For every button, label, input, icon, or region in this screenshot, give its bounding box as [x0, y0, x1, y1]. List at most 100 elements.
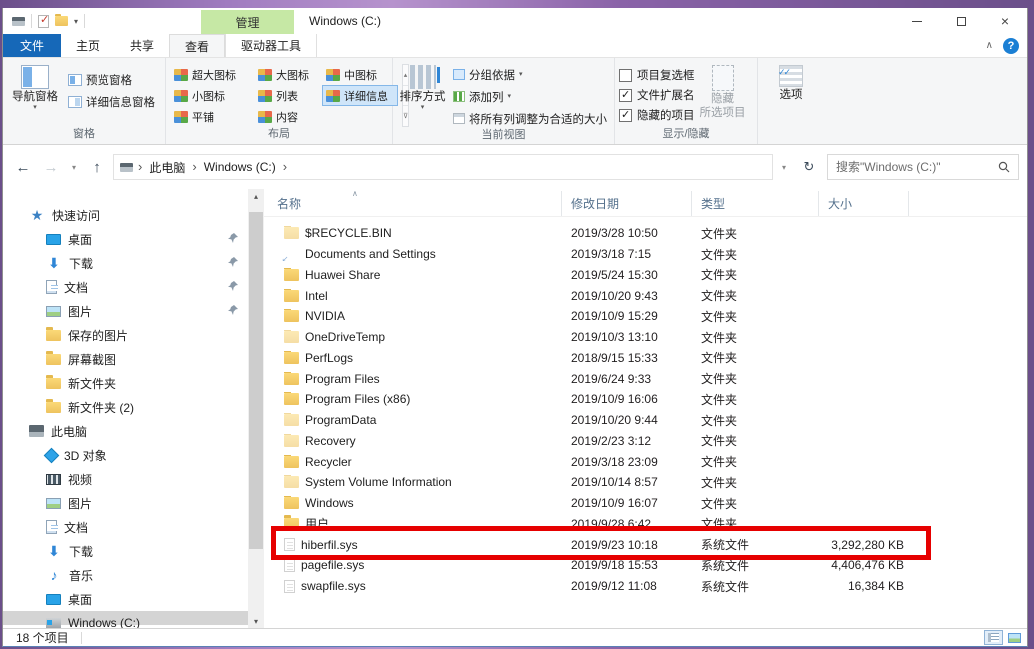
options-button[interactable]: 选项 [763, 62, 819, 127]
tab-drive-tools[interactable]: 驱动器工具 [225, 34, 317, 57]
recent-locations-icon[interactable]: ▾ [67, 163, 81, 172]
ribbon-group-current-view: 排序方式 ▾ 分组依据 ▾ 添加列 ▾ [393, 58, 615, 144]
details-view-button[interactable] [984, 630, 1003, 645]
sidebar-item[interactable]: 屏幕截图 [3, 347, 248, 371]
close-button[interactable]: × [983, 8, 1027, 34]
sort-by-button[interactable]: 排序方式 ▾ [397, 62, 448, 128]
file-row[interactable]: Documents and Settings 2019/3/18 7:15 文件… [264, 244, 1027, 265]
properties-icon[interactable] [38, 15, 49, 28]
size-columns-to-fit-button[interactable]: 将所有列调整为合适的大小 [450, 109, 610, 128]
sidebar-scrollbar[interactable]: ▴ ▾ [248, 189, 264, 628]
breadcrumb-drive[interactable]: Windows (C:) [202, 160, 278, 174]
sidebar-item[interactable]: ⬇ 下载 [3, 539, 248, 563]
file-row[interactable]: $RECYCLE.BIN 2019/3/28 10:50 文件夹 [264, 223, 1027, 244]
sidebar-item[interactable]: ⬇ 下载 [3, 251, 248, 275]
file-row[interactable]: OneDriveTemp 2019/10/3 13:10 文件夹 [264, 327, 1027, 348]
layout-option[interactable]: 小图标 [170, 85, 254, 106]
tab-home[interactable]: 主页 [61, 34, 115, 57]
layout-option[interactable]: 列表 [254, 85, 322, 106]
layout-option[interactable]: 中图标 [322, 64, 398, 85]
minimize-button[interactable] [895, 8, 939, 34]
sidebar-item[interactable]: 桌面 [3, 587, 248, 611]
sidebar-item[interactable]: 3D 对象 [3, 443, 248, 467]
column-header-type[interactable]: 类型 [692, 191, 819, 216]
breadcrumb[interactable]: › 此电脑 › Windows (C:) › [113, 154, 773, 180]
file-date: 2019/10/20 9:44 [562, 413, 692, 427]
layout-option[interactable]: 内容 [254, 106, 322, 127]
back-icon[interactable]: ← [11, 159, 35, 176]
sidebar-item[interactable]: 此电脑 [3, 419, 248, 443]
refresh-icon[interactable]: ↻ [797, 159, 821, 175]
sidebar-item[interactable]: ★ 快速访问 [3, 203, 248, 227]
file-row[interactable]: Program Files 2019/6/24 9:33 文件夹 [264, 368, 1027, 389]
checkbox-icon[interactable] [619, 109, 632, 122]
file-row[interactable]: ProgramData 2019/10/20 9:44 文件夹 [264, 410, 1027, 431]
file-row[interactable]: Program Files (x86) 2019/10/9 16:06 文件夹 [264, 389, 1027, 410]
layout-option[interactable]: 超大图标 [170, 64, 254, 85]
tab-file[interactable]: 文件 [3, 34, 61, 57]
address-dropdown-icon[interactable]: ▾ [777, 163, 791, 172]
sidebar-item-icon: ⬇ [46, 255, 62, 271]
file-row[interactable]: PerfLogs 2018/9/15 15:33 文件夹 [264, 348, 1027, 369]
help-icon[interactable]: ? [1003, 38, 1019, 54]
file-row[interactable]: Huawei Share 2019/5/24 15:30 文件夹 [264, 265, 1027, 286]
details-pane-button[interactable]: 详细信息窗格 [65, 92, 158, 111]
ribbon-checkbox[interactable]: 项目复选框 [619, 65, 695, 85]
ribbon-checkbox[interactable]: 文件扩展名 [619, 85, 695, 105]
file-row[interactable]: Recovery 2019/2/23 3:12 文件夹 [264, 431, 1027, 452]
search-input[interactable] [836, 160, 998, 174]
search-box[interactable] [827, 154, 1019, 180]
group-by-button[interactable]: 分组依据 ▾ [450, 65, 610, 84]
file-type: 文件夹 [692, 495, 819, 512]
layout-option[interactable]: 详细信息 [322, 85, 398, 106]
column-header-name[interactable]: 名称 [264, 191, 562, 216]
checkbox-icon[interactable] [619, 69, 632, 82]
file-row[interactable]: Recycler 2019/3/18 23:09 文件夹 [264, 451, 1027, 472]
scroll-down-icon[interactable]: ▾ [248, 614, 264, 628]
breadcrumb-this-pc[interactable]: 此电脑 [147, 159, 187, 176]
search-icon[interactable] [998, 161, 1010, 173]
sidebar-item[interactable]: 桌面 [3, 227, 248, 251]
sidebar-item[interactable]: 新文件夹 (2) [3, 395, 248, 419]
file-row[interactable]: Windows 2019/10/9 16:07 文件夹 [264, 493, 1027, 514]
tab-share[interactable]: 共享 [115, 34, 169, 57]
sidebar-item[interactable]: 文档 [3, 275, 248, 299]
file-icon [284, 331, 299, 343]
layout-gallery: 超大图标 大图标 中图标 小图标 列表 [170, 62, 398, 127]
sidebar-item[interactable]: 视频 [3, 467, 248, 491]
column-header-size[interactable]: 大小 [819, 191, 909, 216]
ribbon-checkbox[interactable]: 隐藏的项目 [619, 105, 695, 125]
sidebar-item[interactable]: 保存的图片 [3, 323, 248, 347]
scroll-up-icon[interactable]: ▴ [248, 189, 264, 203]
preview-pane-button[interactable]: 预览窗格 [65, 70, 158, 89]
column-header-date[interactable]: 修改日期 [562, 191, 692, 216]
file-row[interactable]: hiberfil.sys 2019/9/23 10:18 系统文件 3,292,… [264, 534, 1027, 555]
file-row[interactable]: Intel 2019/10/20 9:43 文件夹 [264, 285, 1027, 306]
sidebar-item[interactable]: 图片 [3, 491, 248, 515]
tab-view[interactable]: 查看 [169, 34, 225, 57]
checkbox-icon[interactable] [619, 89, 632, 102]
navigation-pane-button[interactable]: 导航窗格 ▾ [7, 62, 63, 127]
add-columns-button[interactable]: 添加列 ▾ [450, 87, 610, 106]
sidebar-item[interactable]: ♪ 音乐 [3, 563, 248, 587]
collapse-ribbon-icon[interactable]: ∧ [986, 40, 993, 51]
file-row[interactable]: pagefile.sys 2019/9/18 15:53 系统文件 4,406,… [264, 555, 1027, 576]
hide-selected-items-button[interactable]: 隐藏 所选项目 [697, 62, 749, 127]
layout-option[interactable]: 大图标 [254, 64, 322, 85]
maximize-button[interactable] [939, 8, 983, 34]
file-row[interactable]: System Volume Information 2019/10/14 8:5… [264, 472, 1027, 493]
chevron-down-icon[interactable]: ▾ [74, 17, 78, 26]
layout-option[interactable]: 平铺 [170, 106, 254, 127]
file-row[interactable]: swapfile.sys 2019/9/12 11:08 系统文件 16,384… [264, 576, 1027, 597]
sidebar-item[interactable]: Windows (C:) [3, 611, 248, 628]
new-folder-icon[interactable] [55, 16, 68, 26]
scrollbar-thumb[interactable] [249, 212, 263, 549]
thumbnails-view-button[interactable] [1005, 630, 1024, 645]
sidebar-item[interactable]: 图片 [3, 299, 248, 323]
file-row[interactable]: 用户 2019/9/28 6:42 文件夹 [264, 514, 1027, 535]
sidebar-item[interactable]: 新文件夹 [3, 371, 248, 395]
file-row[interactable]: NVIDIA 2019/10/9 15:29 文件夹 [264, 306, 1027, 327]
up-icon[interactable]: ↑ [85, 159, 109, 176]
sidebar-item[interactable]: 文档 [3, 515, 248, 539]
file-list: ∧ 名称 修改日期 类型 大小 $RECYCLE.BIN 2019/3/28 1… [264, 189, 1027, 628]
